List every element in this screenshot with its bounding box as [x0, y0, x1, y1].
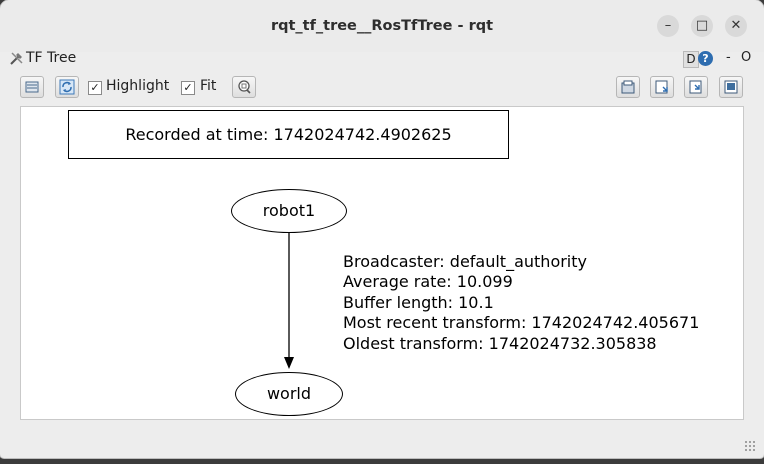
- zoom-fit-button[interactable]: [232, 76, 256, 98]
- node-world[interactable]: world: [235, 372, 343, 416]
- load-dot-button[interactable]: [616, 76, 640, 98]
- highlight-checkbox[interactable]: ✓: [88, 81, 102, 95]
- edge-info: Broadcaster: default_authority Average r…: [343, 252, 699, 354]
- save-dot-button[interactable]: [650, 76, 674, 98]
- close-button[interactable]: ✕: [725, 15, 747, 37]
- app-window: rqt_tf_tree__RosTfTree - rqt – □ ✕ TF Tr…: [0, 0, 764, 458]
- fit-checkbox[interactable]: ✓: [181, 81, 195, 95]
- highlight-label: Highlight: [106, 78, 170, 94]
- save-svg-button[interactable]: [684, 76, 708, 98]
- most-recent-transform-text: Most recent transform: 1742024742.405671: [343, 313, 700, 333]
- minimize-button[interactable]: –: [657, 15, 679, 37]
- buffer-length-text: Buffer length: 10.1: [343, 292, 494, 312]
- toolbar: ✓ Highlight ✓ Fit: [0, 72, 764, 104]
- maximize-button[interactable]: □: [691, 15, 713, 37]
- close-plugin-label[interactable]: O: [741, 50, 751, 65]
- dash-label[interactable]: -: [726, 50, 731, 65]
- node-robot1[interactable]: robot1: [231, 189, 347, 233]
- save-file-icon: [655, 80, 668, 94]
- tools-icon: [9, 50, 25, 70]
- average-rate-text: Average rate: 10.099: [343, 272, 513, 292]
- plugin-title: TF Tree: [26, 50, 77, 66]
- resize-grip[interactable]: [744, 440, 756, 452]
- plugin-header: TF Tree - O: [0, 48, 764, 70]
- oldest-transform-text: Oldest transform: 1742024732.305838: [343, 333, 657, 353]
- clear-button[interactable]: [20, 76, 44, 98]
- dock-button[interactable]: D: [683, 51, 699, 68]
- broadcaster-text: Broadcaster: default_authority: [343, 252, 587, 271]
- graph-canvas[interactable]: Recorded at time: 1742024742.4902625 rob…: [20, 106, 744, 420]
- status-area: [20, 424, 744, 450]
- export-icon: [689, 80, 702, 94]
- node-label: robot1: [262, 201, 316, 220]
- refresh-button[interactable]: [55, 76, 79, 98]
- zoom-icon: [238, 80, 251, 94]
- save-image-button[interactable]: [719, 76, 743, 98]
- open-file-icon: [621, 80, 635, 94]
- image-icon: [724, 80, 738, 94]
- fit-label: Fit: [200, 78, 217, 94]
- edge-arrowhead: [284, 357, 294, 369]
- node-label: world: [266, 384, 312, 403]
- title-bar[interactable]: rqt_tf_tree__RosTfTree - rqt – □ ✕: [0, 0, 764, 52]
- refresh-icon: [59, 79, 75, 95]
- help-icon[interactable]: ?: [698, 51, 713, 66]
- window-title: rqt_tf_tree__RosTfTree - rqt: [270, 18, 494, 34]
- clear-icon: [25, 81, 39, 93]
